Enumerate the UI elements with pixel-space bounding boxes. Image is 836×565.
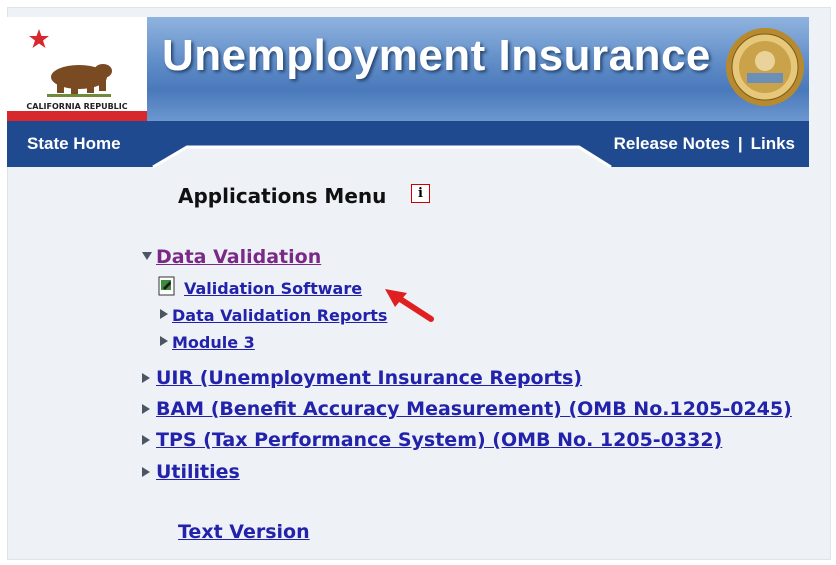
menu-item-utilities[interactable]: Utilities <box>156 461 240 483</box>
text-version-link[interactable]: Text Version <box>178 521 310 543</box>
links-link[interactable]: Links <box>751 134 795 153</box>
menu-item-validation-software[interactable]: Validation Software <box>184 279 362 298</box>
expand-arrow-icon[interactable] <box>142 404 150 414</box>
collapse-arrow-icon[interactable] <box>142 252 152 260</box>
expand-arrow-icon[interactable] <box>142 373 150 383</box>
menu-item-dv-reports[interactable]: Data Validation Reports <box>172 306 387 325</box>
expand-arrow-icon[interactable] <box>160 309 168 319</box>
flag-text: CALIFORNIA REPUBLIC <box>26 102 127 111</box>
top-nav-bar: State Home Release Notes | Links <box>7 121 809 169</box>
expand-arrow-icon[interactable] <box>142 435 150 445</box>
header-banner: CALIFORNIA REPUBLIC Unemployment Insuran… <box>7 17 809 121</box>
menu-item-data-validation[interactable]: Data Validation <box>156 246 321 268</box>
expand-arrow-icon[interactable] <box>142 467 150 477</box>
page-banner-title: Unemployment Insurance <box>162 31 711 80</box>
state-seal-icon <box>726 28 804 106</box>
menu-item-bam[interactable]: BAM (Benefit Accuracy Measurement) (OMB … <box>156 398 792 420</box>
info-icon[interactable]: i <box>411 184 430 203</box>
menu-item-tps[interactable]: TPS (Tax Performance System) (OMB No. 12… <box>156 429 722 451</box>
release-notes-link[interactable]: Release Notes <box>614 134 730 153</box>
state-home-link[interactable]: State Home <box>27 134 121 154</box>
california-flag-icon: CALIFORNIA REPUBLIC <box>7 17 147 121</box>
page-title: Applications Menu <box>178 184 387 208</box>
menu-item-uir[interactable]: UIR (Unemployment Insurance Reports) <box>156 367 582 389</box>
menu-item-module-3[interactable]: Module 3 <box>172 333 255 352</box>
document-icon <box>158 276 175 296</box>
red-arrow-icon <box>385 289 434 322</box>
nav-separator: | <box>737 134 743 153</box>
nav-right-links: Release Notes | Links <box>614 134 795 154</box>
expand-arrow-icon[interactable] <box>160 336 168 346</box>
